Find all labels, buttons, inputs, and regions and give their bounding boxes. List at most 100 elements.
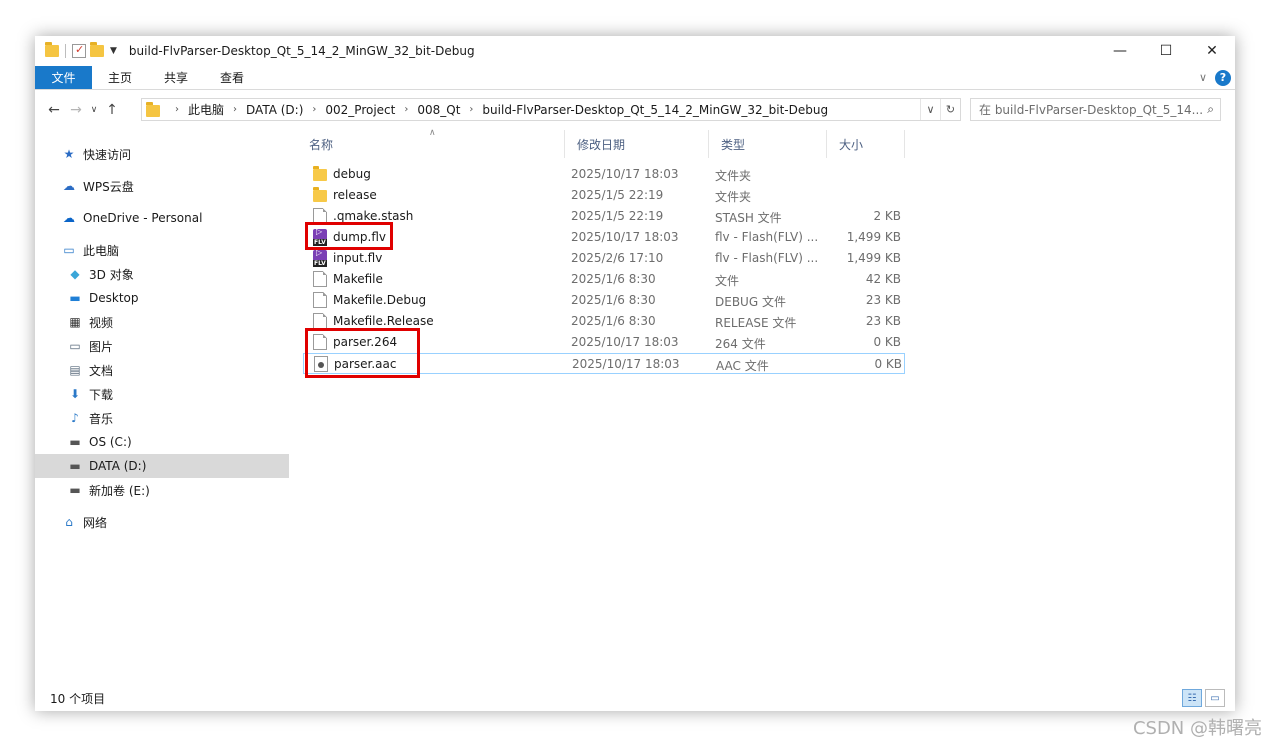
search-input[interactable]: 在 build-FlvParser-Desktop_Qt_5_14... ⌕	[970, 98, 1221, 121]
nav-label: WPS云盘	[83, 179, 134, 194]
breadcrumb-label: build-FlvParser-Desktop_Qt_5_14_2_MinGW_…	[482, 102, 829, 117]
properties-icon[interactable]	[72, 43, 86, 58]
nav-label: 新加卷 (E:)	[89, 483, 150, 498]
nav-item-pictures[interactable]: ▭ 图片	[35, 334, 289, 358]
nav-item-onedrive[interactable]: ☁ OneDrive - Personal	[35, 206, 289, 230]
maximize-icon[interactable]: ☐	[1143, 36, 1189, 66]
file-row[interactable]: input.flv 2025/2/6 17:10 flv - Flash(FLV…	[303, 248, 905, 269]
title-bar: ▼ build-FlvParser-Desktop_Qt_5_14_2_MinG…	[35, 36, 1235, 66]
address-dropdown-icon[interactable]: ∨	[920, 99, 940, 120]
file-icon	[313, 271, 327, 287]
nav-item-os-c[interactable]: ▬ OS (C:)	[35, 430, 289, 454]
nav-item-quick-access[interactable]: ★ 快速访问	[35, 142, 289, 166]
address-row: ← → ∨ ↑ › 此电脑 › DATA (D:) › 002_Project › 0…	[35, 96, 1235, 124]
download-icon: ⬇	[69, 387, 81, 401]
expand-ribbon-icon[interactable]: ∨	[1199, 71, 1207, 84]
column-header-date[interactable]: 修改日期	[565, 130, 709, 158]
file-size: 2 KB	[873, 209, 901, 223]
column-label: 大小	[839, 137, 864, 152]
nav-item-data-d[interactable]: ▬ DATA (D:)	[35, 454, 289, 478]
up-arrow-icon[interactable]: ↑	[101, 102, 123, 118]
view-switcher: ☷ ▭	[1182, 689, 1225, 707]
file-list: 名称 ∧ 修改日期 类型 大小 debug 2025/10/17 18:03 文…	[297, 124, 1227, 684]
tab-share[interactable]: 共享	[148, 66, 204, 89]
nav-label: DATA (D:)	[89, 459, 147, 473]
onedrive-icon: ☁	[63, 211, 75, 225]
nav-item-music[interactable]: ♪ 音乐	[35, 406, 289, 430]
file-name: Makefile.Debug	[333, 293, 427, 307]
file-row[interactable]: .qmake.stash 2025/1/5 22:19 STASH 文件 2 K…	[303, 206, 905, 227]
nav-item-documents[interactable]: ▤ 文档	[35, 358, 289, 382]
help-icon[interactable]: ?	[1215, 69, 1231, 86]
breadcrumb-item[interactable]: 008_Qt ›	[417, 103, 482, 117]
large-icons-view-icon[interactable]: ▭	[1205, 689, 1225, 707]
file-type: flv - Flash(FLV) ...	[715, 230, 819, 244]
file-type: 文件夹	[715, 169, 752, 183]
nav-label: 此电脑	[83, 243, 120, 258]
breadcrumb-label: DATA (D:)	[246, 102, 304, 117]
file-size: 0 KB	[873, 335, 901, 349]
address-bar[interactable]: › 此电脑 › DATA (D:) › 002_Project › 008_Qt › b…	[141, 98, 961, 121]
nav-label: 网络	[83, 515, 108, 530]
nav-item-3d-objects[interactable]: ◆ 3D 对象	[35, 262, 289, 286]
column-label: 类型	[721, 137, 746, 152]
folder-icon	[45, 42, 59, 57]
nav-label: Desktop	[89, 291, 139, 305]
file-size: 23 KB	[865, 314, 901, 328]
file-size: 23 KB	[865, 293, 901, 307]
nav-item-network[interactable]: ⌂ 网络	[35, 510, 289, 534]
file-row[interactable]: Makefile 2025/1/6 8:30 文件 42 KB	[303, 269, 905, 290]
file-name: input.flv	[333, 251, 383, 265]
file-type: DEBUG 文件	[715, 295, 786, 309]
status-bar: 10 个项目 ☷ ▭	[35, 686, 1235, 711]
drive-icon: ▬	[69, 483, 81, 497]
file-size: 1,499 KB	[846, 230, 901, 244]
column-header-type[interactable]: 类型	[709, 130, 827, 158]
nav-item-videos[interactable]: ▦ 视频	[35, 310, 289, 334]
file-date: 2025/1/6 8:30	[571, 293, 656, 307]
nav-item-wps-cloud[interactable]: ☁ WPS云盘	[35, 174, 289, 198]
nav-item-new-volume-e[interactable]: ▬ 新加卷 (E:)	[35, 478, 289, 502]
folder-icon	[313, 187, 327, 202]
new-folder-icon[interactable]	[90, 42, 104, 57]
close-icon[interactable]: ✕	[1189, 36, 1235, 66]
nav-item-desktop[interactable]: ▬ Desktop	[35, 286, 289, 310]
tab-file[interactable]: 文件	[35, 66, 92, 89]
forward-arrow-icon[interactable]: →	[65, 102, 87, 118]
file-date: 2025/10/17 18:03	[571, 230, 679, 244]
breadcrumb-item[interactable]: DATA (D:) ›	[246, 103, 325, 117]
nav-label: 下载	[89, 387, 114, 402]
file-date: 2025/2/6 17:10	[571, 251, 664, 265]
file-row[interactable]: debug 2025/10/17 18:03 文件夹	[303, 164, 905, 185]
file-type: 文件	[715, 274, 740, 288]
drive-icon: ▬	[69, 435, 81, 449]
recent-locations-icon[interactable]: ∨	[87, 105, 101, 115]
tab-home[interactable]: 主页	[92, 66, 148, 89]
breadcrumb-label: 002_Project	[325, 102, 396, 117]
file-row[interactable]: dump.flv 2025/10/17 18:03 flv - Flash(FL…	[303, 227, 905, 248]
file-type: 264 文件	[715, 337, 766, 351]
star-icon: ★	[63, 147, 75, 161]
quick-access-toolbar: ▼	[45, 42, 117, 58]
details-view-icon[interactable]: ☷	[1182, 689, 1202, 707]
back-arrow-icon[interactable]: ←	[43, 102, 65, 118]
nav-item-this-pc[interactable]: ▭ 此电脑	[35, 238, 289, 262]
nav-item-downloads[interactable]: ⬇ 下载	[35, 382, 289, 406]
file-row[interactable]: Makefile.Debug 2025/1/6 8:30 DEBUG 文件 23…	[303, 290, 905, 311]
refresh-icon[interactable]: ↻	[940, 99, 960, 120]
column-header-name[interactable]: 名称 ∧	[297, 128, 565, 158]
music-icon: ♪	[71, 411, 79, 425]
cube-icon: ◆	[70, 267, 80, 281]
minimize-icon[interactable]: —	[1097, 36, 1143, 66]
nav-label: 音乐	[89, 411, 114, 426]
window-title: build-FlvParser-Desktop_Qt_5_14_2_MinGW_…	[128, 44, 475, 58]
customize-toolbar-icon[interactable]: ▼	[110, 46, 117, 56]
tab-view[interactable]: 查看	[204, 66, 260, 89]
breadcrumb-item[interactable]: build-FlvParser-Desktop_Qt_5_14_2_MinGW_…	[482, 103, 828, 117]
breadcrumb-item[interactable]: 此电脑 ›	[188, 101, 246, 118]
file-row[interactable]: release 2025/1/5 22:19 文件夹	[303, 185, 905, 206]
cloud-icon: ☁	[63, 179, 75, 193]
breadcrumb-item[interactable]: 002_Project ›	[325, 103, 417, 117]
file-size: 1,499 KB	[846, 251, 901, 265]
column-header-size[interactable]: 大小	[827, 130, 905, 158]
